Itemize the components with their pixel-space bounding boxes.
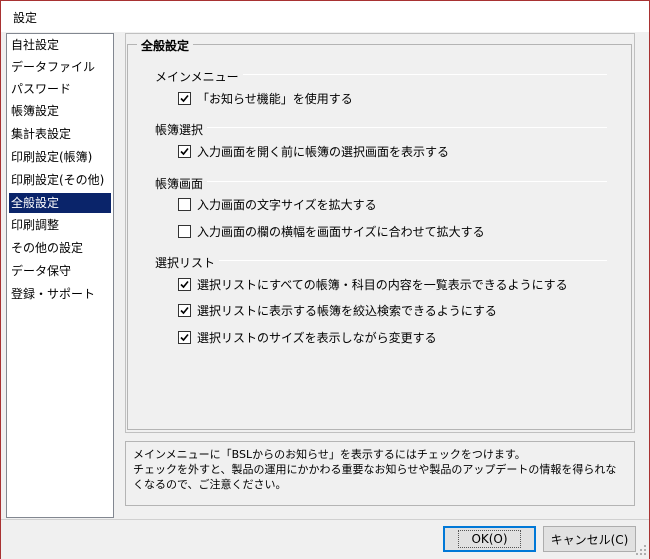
nav-item-print-other[interactable]: 印刷設定(その他) bbox=[9, 170, 111, 190]
option-label: 入力画面の欄の横幅を画面サイズに合わせて拡大する bbox=[197, 225, 485, 239]
checkbox-checked[interactable] bbox=[178, 278, 191, 291]
option-label: 入力画面を開く前に帳簿の選択画面を表示する bbox=[197, 145, 450, 159]
ok-button-label: OK(O) bbox=[458, 530, 521, 548]
section-label-main-menu: メインメニュー bbox=[155, 68, 243, 85]
section-label-ledger-select: 帳簿選択 bbox=[155, 121, 208, 138]
cancel-button[interactable]: キャンセル(C) bbox=[543, 526, 636, 552]
help-line: チェックを外すと、製品の運用にかかわる重要なお知らせや製品のアップデートの情報を… bbox=[133, 463, 617, 476]
option-enlarge-font[interactable]: 入力画面の文字サイズを拡大する bbox=[178, 196, 377, 213]
nav-item-data-maintenance[interactable]: データ保守 bbox=[9, 261, 111, 281]
window-title: 設定 bbox=[13, 11, 38, 25]
help-line: メインメニューに「BSLからのお知らせ」を表示するにはチェックをつけます。 bbox=[133, 448, 526, 461]
check-icon bbox=[180, 306, 189, 315]
option-list-all-contents[interactable]: 選択リストにすべての帳簿・科目の内容を一覧表示できるようにする bbox=[178, 276, 568, 293]
nav-item-print-adjust[interactable]: 印刷調整 bbox=[9, 215, 111, 235]
settings-category-list[interactable]: 自社設定 データファイル パスワード 帳簿設定 集計表設定 印刷設定(帳簿) 印… bbox=[6, 33, 114, 518]
option-notification-feature[interactable]: 「お知らせ機能」を使用する bbox=[178, 90, 353, 107]
nav-item-other-settings[interactable]: その他の設定 bbox=[9, 238, 111, 258]
checkbox-checked[interactable] bbox=[178, 304, 191, 317]
check-icon bbox=[180, 147, 189, 156]
check-icon bbox=[180, 94, 189, 103]
resize-grip-icon[interactable] bbox=[635, 544, 647, 556]
help-description: メインメニューに「BSLからのお知らせ」を表示するにはチェックをつけます。 チェ… bbox=[125, 441, 635, 506]
section-divider bbox=[155, 127, 607, 128]
checkbox-unchecked[interactable] bbox=[178, 198, 191, 211]
nav-item-print-ledger[interactable]: 印刷設定(帳簿) bbox=[9, 147, 111, 167]
help-line: くなるので、ご注意ください。 bbox=[133, 478, 287, 491]
section-divider bbox=[155, 181, 607, 182]
cancel-button-label: キャンセル(C) bbox=[550, 532, 629, 547]
nav-item-ledger-settings[interactable]: 帳簿設定 bbox=[9, 101, 111, 121]
nav-item-general-settings[interactable]: 全般設定 bbox=[9, 193, 111, 213]
checkbox-checked[interactable] bbox=[178, 92, 191, 105]
section-label-selection-list: 選択リスト bbox=[155, 254, 220, 271]
option-label: 入力画面の文字サイズを拡大する bbox=[197, 198, 377, 212]
option-resize-live[interactable]: 選択リストのサイズを表示しながら変更する bbox=[178, 329, 437, 346]
ok-button[interactable]: OK(O) bbox=[443, 526, 536, 552]
check-icon bbox=[180, 280, 189, 289]
settings-dialog: 設定 自社設定 データファイル パスワード 帳簿設定 集計表設定 印刷設定(帳簿… bbox=[0, 0, 650, 559]
nav-item-registration-support[interactable]: 登録・サポート bbox=[9, 284, 111, 304]
nav-item-summary-settings[interactable]: 集計表設定 bbox=[9, 124, 111, 144]
option-label: 「お知らせ機能」を使用する bbox=[197, 92, 353, 106]
option-show-ledger-select[interactable]: 入力画面を開く前に帳簿の選択画面を表示する bbox=[178, 143, 449, 160]
check-icon bbox=[180, 333, 189, 342]
checkbox-checked[interactable] bbox=[178, 145, 191, 158]
nav-item-data-file[interactable]: データファイル bbox=[9, 57, 111, 77]
option-label: 選択リストのサイズを表示しながら変更する bbox=[197, 331, 437, 345]
section-label-ledger-screen: 帳簿画面 bbox=[155, 175, 208, 192]
group-title: 全般設定 bbox=[137, 37, 194, 54]
checkbox-checked[interactable] bbox=[178, 331, 191, 344]
checkbox-unchecked[interactable] bbox=[178, 225, 191, 238]
option-label: 選択リストに表示する帳簿を絞込検索できるようにする bbox=[197, 304, 497, 318]
nav-item-company-settings[interactable]: 自社設定 bbox=[9, 35, 111, 55]
section-divider bbox=[155, 260, 607, 261]
option-filter-search[interactable]: 選択リストに表示する帳簿を絞込検索できるようにする bbox=[178, 302, 497, 319]
nav-item-password[interactable]: パスワード bbox=[9, 79, 111, 99]
option-label: 選択リストにすべての帳簿・科目の内容を一覧表示できるようにする bbox=[197, 278, 568, 292]
option-fit-column-width[interactable]: 入力画面の欄の横幅を画面サイズに合わせて拡大する bbox=[178, 223, 485, 240]
title-bar: 設定 bbox=[1, 1, 649, 32]
